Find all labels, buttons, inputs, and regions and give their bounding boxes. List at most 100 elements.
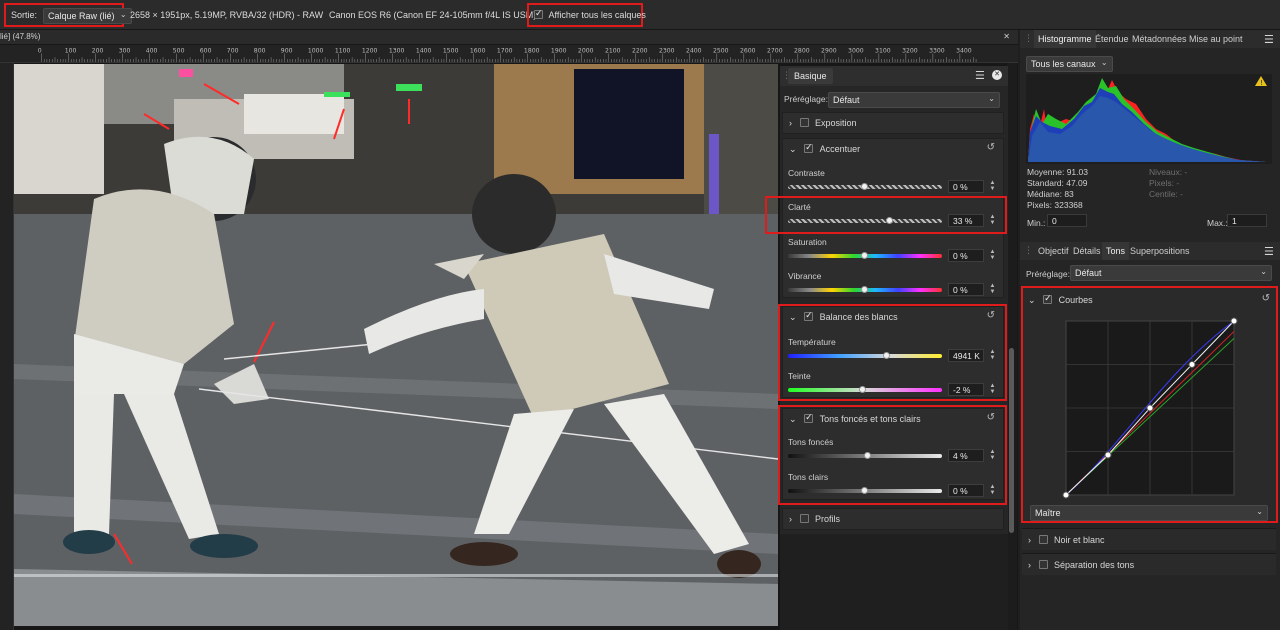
slider-label: Teinte [788,371,811,381]
chevron-right-icon: › [1028,560,1031,570]
stat-standard: Standard: 47.09 [1027,178,1088,188]
max-input[interactable]: 1 [1227,214,1267,227]
stat-centile: Centile: - [1149,189,1184,199]
checkbox-icon[interactable] [1038,560,1048,569]
vertical-scrollbar[interactable] [1007,63,1017,630]
profils-label: Profils [815,514,841,524]
spinner-icon[interactable]: ▲ ▼ [988,214,997,227]
ruler-tick-label: 300 [119,48,131,55]
slider-value-input[interactable]: -2 % [948,383,984,396]
spinner-icon[interactable]: ▲ ▼ [988,449,997,462]
tab-objectif[interactable]: Objectif [1038,242,1069,260]
slider-track[interactable] [788,354,942,358]
document-tab[interactable]: lié] (47.8%) ✕ [0,30,1018,44]
close-icon[interactable]: ✕ [992,70,1002,80]
spinner-icon[interactable]: ▲ ▼ [988,383,997,396]
ruler-tick-label: 400 [146,48,158,55]
noir-blanc-label: Noir et blanc [1054,535,1105,545]
tab-details[interactable]: Détails [1073,242,1101,260]
menu-icon[interactable]: ☰ [975,69,985,82]
menu-icon[interactable]: ☰ [1264,33,1274,46]
section-profils-header[interactable]: › Profils [789,514,840,524]
section-noir-blanc-header[interactable]: › Noir et blanc [1028,535,1105,545]
photo-canvas[interactable] [14,64,778,626]
slider-value-input[interactable]: 0 % [948,484,984,497]
section-exposition-header[interactable]: › Exposition [789,118,857,128]
slider-handle[interactable] [882,352,890,359]
fencing-photo [14,64,778,626]
section-noir-blanc[interactable]: › Noir et blanc [1022,528,1276,550]
accentuer-label: Accentuer [819,144,861,154]
spinner-icon[interactable]: ▲ ▼ [988,484,997,497]
slider-value-input[interactable]: 0 % [948,283,984,296]
reset-icon[interactable]: ↺ [987,142,995,153]
checkbox-icon[interactable] [1038,535,1048,544]
slider-handle[interactable] [861,487,868,494]
tab-superpositions[interactable]: Superpositions [1130,242,1190,260]
spinner-icon[interactable]: ▲ ▼ [988,349,997,362]
ruler-tick-label: 2600 [740,48,756,55]
tab-tons[interactable]: Tons [1102,242,1130,260]
tons-preset-select[interactable]: Défaut ⌄ [1070,265,1272,281]
preset-row: Préréglage: Défaut ⌄ [780,90,1008,108]
section-separation-header[interactable]: › Séparation des tons [1028,560,1134,570]
stat-pixels: Pixels: 323368 [1027,200,1083,210]
max-label: Max.: [1207,218,1228,228]
preset-select[interactable]: Défaut ⌄ [828,92,1000,108]
show-layers-toggle[interactable]: Afficher tous les calques [534,8,646,20]
slider-value-input[interactable]: 4941 K [948,349,984,362]
section-accentuer-header[interactable]: ⌄ Accentuer [789,142,861,155]
ruler-tick-label: 1300 [389,48,405,55]
ruler-tick-label: 200 [92,48,104,55]
ruler-tick-label: 3400 [956,48,972,55]
checkbox-icon[interactable] [804,142,814,153]
slider-row-saturation: Saturation 0 % ▲ ▼ [780,237,1008,267]
slider-row-contraste: Contraste 0 % ▲ ▼ [780,168,1008,198]
output-value: Calque Raw (lié) [48,11,115,21]
ruler-tick-label: 600 [200,48,212,55]
output-select[interactable]: Calque Raw (lié) ⌄ [43,8,132,24]
checkbox-icon[interactable] [799,118,809,127]
spinner-icon[interactable]: ▲ ▼ [988,180,997,193]
checkbox-icon[interactable] [534,8,543,19]
slider-value-input[interactable]: 33 % [948,214,984,227]
tab-mise-au-point[interactable]: Mise au point [1189,30,1243,48]
slider-label: Température [788,337,836,347]
section-exposition[interactable]: › Exposition [782,112,1004,134]
min-input[interactable]: 0 [1047,214,1087,227]
chevron-down-icon: ⌄ [119,10,127,19]
stat-moyenne: Moyenne: 91.03 [1027,167,1088,177]
drag-handle-icon[interactable]: ⋮ [1024,245,1033,256]
slider-handle[interactable] [861,286,868,293]
spinner-icon[interactable]: ▲ ▼ [988,283,997,296]
image-info: 2658 × 1951px, 5.19MP, RVBA/32 (HDR) - R… [130,10,324,20]
menu-icon[interactable]: ☰ [1264,245,1274,258]
tab-basique[interactable]: Basique [788,68,833,84]
scrollbar-thumb[interactable] [1009,348,1014,533]
chevron-down-icon: ⌄ [1260,267,1267,276]
slider-handle[interactable] [861,252,868,259]
section-separation[interactable]: › Séparation des tons [1022,553,1276,575]
channel-select[interactable]: Tous les canaux ⌄ [1026,56,1113,72]
tab-metadonnees[interactable]: Métadonnées [1132,30,1187,48]
spinner-icon[interactable]: ▲ ▼ [988,249,997,262]
ruler-tick-label: 2500 [713,48,729,55]
ruler-tick-label: 1000 [308,48,324,55]
ruler-tick-label: 1500 [443,48,459,55]
checkbox-icon[interactable] [799,514,809,523]
tab-histogramme[interactable]: Histogramme [1034,30,1096,48]
slider-value-input[interactable]: 4 % [948,449,984,462]
section-profils[interactable]: › Profils [782,508,1004,530]
ruler-tick-label: 2200 [632,48,648,55]
slider-value-input[interactable]: 0 % [948,180,984,193]
drag-handle-icon[interactable]: ⋮ [1024,33,1033,44]
slider-track[interactable] [788,219,942,223]
slider-label: Clarté [788,202,811,212]
ruler-tick-label: 1700 [497,48,513,55]
close-icon[interactable]: ✕ [1003,30,1010,44]
slider-value-input[interactable]: 0 % [948,249,984,262]
histogram: ! [1026,74,1272,164]
tab-etendue[interactable]: Étendue [1095,30,1129,48]
slider-handle[interactable] [861,183,868,190]
chevron-right-icon: › [1028,535,1031,545]
